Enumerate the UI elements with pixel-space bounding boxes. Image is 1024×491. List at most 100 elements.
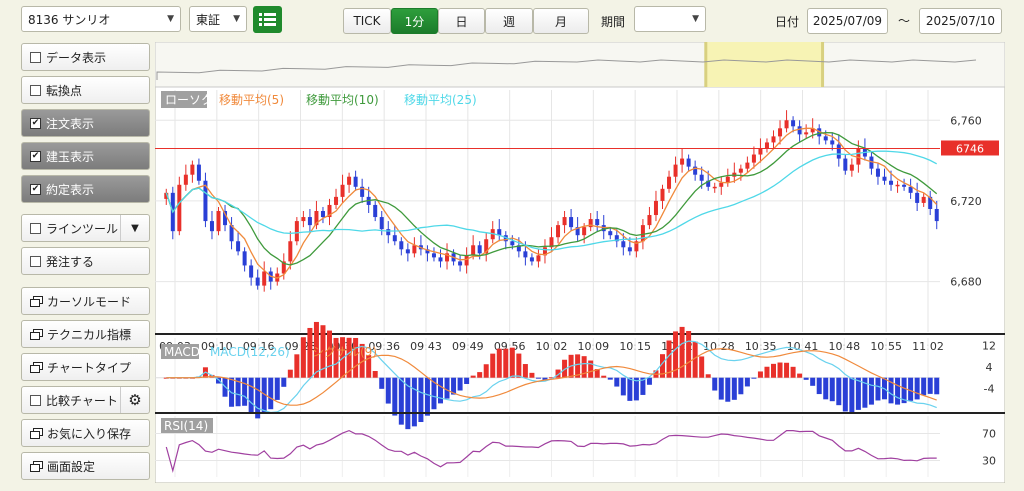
chevron-down-icon: ▼ (167, 14, 174, 24)
macd-histogram-bar (496, 348, 502, 378)
sidebar-item-label: ラインツール (46, 221, 119, 236)
sidebar-item-6[interactable]: 発注する (21, 247, 150, 275)
list-view-button[interactable] (253, 6, 282, 33)
macd-histogram-bar (927, 377, 933, 394)
tab-day[interactable]: 日 (438, 8, 485, 34)
checkbox[interactable] (30, 255, 41, 267)
macd-tick-label: 4 (986, 361, 993, 374)
macd-histogram-bar (738, 377, 744, 395)
macd-histogram-bar (274, 377, 280, 400)
macd-histogram-bar (908, 377, 914, 401)
price-tick-label: 6,720 (950, 195, 982, 208)
stock-select[interactable]: 8136 サンリオ ▼ (21, 6, 181, 32)
candle-body (294, 221, 299, 242)
candle-body (843, 158, 848, 171)
candle-body (875, 168, 880, 177)
macd-histogram-bar (294, 354, 300, 378)
sidebar-item-1[interactable]: 転換点 (21, 76, 150, 104)
candle-body (379, 217, 384, 230)
macd-histogram-bar (895, 377, 901, 405)
gear-icon[interactable]: ⚙ (120, 387, 149, 413)
macd-histogram-bar (829, 377, 835, 402)
window-icon (30, 428, 43, 439)
macd-histogram-bar (725, 377, 731, 402)
sidebar-item-3[interactable]: ✔ 建玉表示 (21, 142, 150, 170)
checkbox[interactable] (30, 51, 41, 63)
market-select[interactable]: 東証 ▼ (189, 6, 247, 32)
macd-histogram-bar (248, 377, 254, 414)
candle-body (562, 217, 567, 226)
navigator-panel (155, 42, 1005, 88)
sidebar-item-label: テクニカル指標 (47, 327, 132, 342)
tab-week[interactable]: 週 (485, 8, 533, 34)
sidebar-item-12[interactable]: 画面設定 (21, 452, 150, 480)
chevron-down-icon[interactable]: ▼ (120, 215, 149, 241)
checkbox[interactable]: ✔ (30, 183, 41, 195)
tab-month[interactable]: 月 (533, 8, 589, 34)
macd-histogram-bar (705, 374, 711, 378)
candle-body (836, 144, 841, 159)
candle-body (758, 148, 763, 155)
candle-body (196, 164, 201, 181)
sidebar-item-label: 比較チャート (46, 393, 118, 408)
macd-histogram-bar (627, 377, 633, 401)
macd-histogram-bar (281, 377, 287, 387)
sidebar-item-9[interactable]: チャートタイプ (21, 353, 150, 381)
macd-histogram-bar (529, 372, 535, 378)
candle-body (771, 136, 776, 143)
candle-body (797, 126, 802, 135)
macd-histogram-bar (620, 377, 626, 396)
macd-histogram-bar (379, 377, 385, 389)
price-tick-label: 6,760 (950, 114, 982, 127)
candle-body (477, 245, 482, 254)
checkbox[interactable] (30, 394, 41, 406)
candle-body (627, 247, 632, 252)
candle-body (262, 271, 267, 286)
checkbox[interactable] (30, 222, 41, 234)
candle-body (764, 142, 769, 149)
checkbox[interactable]: ✔ (30, 117, 41, 129)
candle-body (902, 184, 907, 187)
sidebar-item-label: 画面設定 (47, 459, 96, 474)
macd-histogram-bar (823, 377, 829, 400)
sidebar-item-label: データ表示 (46, 50, 107, 65)
date-to-input[interactable]: 2025/07/10 (919, 8, 1002, 34)
candle-body (510, 241, 515, 246)
sidebar-item-8[interactable]: テクニカル指標 (21, 320, 150, 348)
macd-histogram-bar (757, 371, 763, 378)
macd-tick-label: -4 (984, 382, 995, 395)
candle-body (849, 164, 854, 171)
sidebar-item-4[interactable]: ✔ 約定表示 (21, 175, 150, 203)
sidebar-item-10[interactable]: 比較チャート ⚙ (21, 386, 150, 414)
candle-body (895, 184, 900, 187)
period-label: 期間 (601, 15, 626, 29)
macd-histogram-bar (242, 377, 248, 406)
macd-histogram-bar (601, 375, 607, 378)
checkbox[interactable] (30, 84, 41, 96)
chart-area[interactable]: 09:0309:1009:1609:2309:3009:3609:4309:49… (155, 42, 1005, 483)
date-from-input[interactable]: 2025/07/09 (807, 8, 888, 34)
macd-histogram-bar (686, 330, 692, 378)
candle-body (334, 196, 339, 205)
sidebar-item-label: 約定表示 (46, 182, 95, 197)
macd-histogram-bar (444, 377, 450, 399)
candle-body (242, 251, 247, 266)
tab-1min[interactable]: 1分 (391, 8, 438, 34)
sidebar-item-2[interactable]: ✔ 注文表示 (21, 109, 150, 137)
sidebar-item-label: 注文表示 (46, 116, 95, 131)
tab-tick[interactable]: TICK (343, 8, 391, 34)
macd-histogram-bar (411, 377, 417, 427)
candle-body (569, 217, 574, 228)
macd-histogram-bar (516, 353, 522, 378)
macd-histogram-bar (751, 377, 757, 379)
current-price-tag-label: 6746 (956, 142, 984, 155)
sidebar-item-5[interactable]: ラインツール ▼ (21, 214, 150, 242)
macd-histogram-bar (470, 375, 476, 378)
macd-histogram-bar (424, 377, 430, 416)
date-label: 日付 (775, 15, 800, 29)
sidebar-item-7[interactable]: カーソルモード (21, 287, 150, 315)
period-select[interactable]: ▼ (634, 6, 706, 32)
sidebar-item-11[interactable]: お気に入り保存 (21, 419, 150, 447)
checkbox[interactable]: ✔ (30, 150, 41, 162)
sidebar-item-0[interactable]: データ表示 (21, 43, 150, 71)
